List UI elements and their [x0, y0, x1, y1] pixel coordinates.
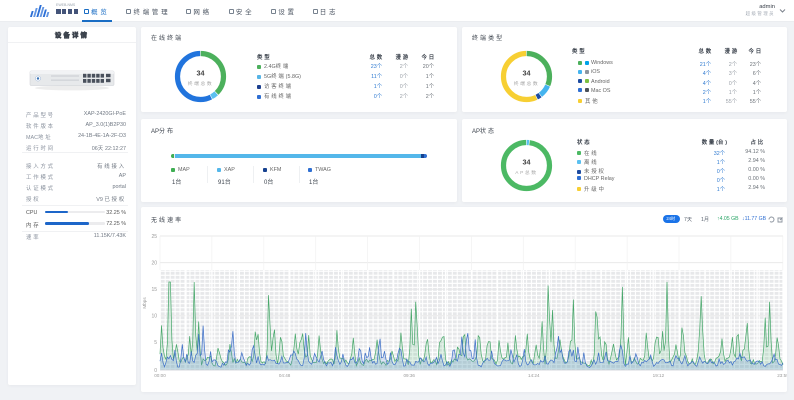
svg-text:14:24: 14:24: [528, 373, 540, 378]
svg-text:20: 20: [151, 260, 157, 266]
svg-text:34: 34: [197, 69, 205, 78]
svg-text:5: 5: [154, 340, 157, 346]
svg-text:10: 10: [151, 314, 157, 320]
svg-text:34: 34: [523, 158, 531, 167]
svg-text:00:00: 00:00: [154, 373, 166, 378]
svg-text:19:12: 19:12: [653, 373, 665, 378]
svg-text:AP总数: AP总数: [515, 169, 537, 176]
svg-text:15: 15: [151, 287, 157, 293]
svg-text:09:36: 09:36: [403, 373, 415, 378]
svg-text:Mbps: Mbps: [142, 297, 147, 309]
svg-text:04:48: 04:48: [279, 373, 291, 378]
svg-text:25: 25: [151, 234, 157, 240]
svg-text:23:59: 23:59: [777, 373, 787, 378]
svg-text:34: 34: [523, 69, 531, 78]
svg-text:终端总数: 终端总数: [514, 80, 540, 87]
svg-text:终端总数: 终端总数: [188, 80, 214, 87]
